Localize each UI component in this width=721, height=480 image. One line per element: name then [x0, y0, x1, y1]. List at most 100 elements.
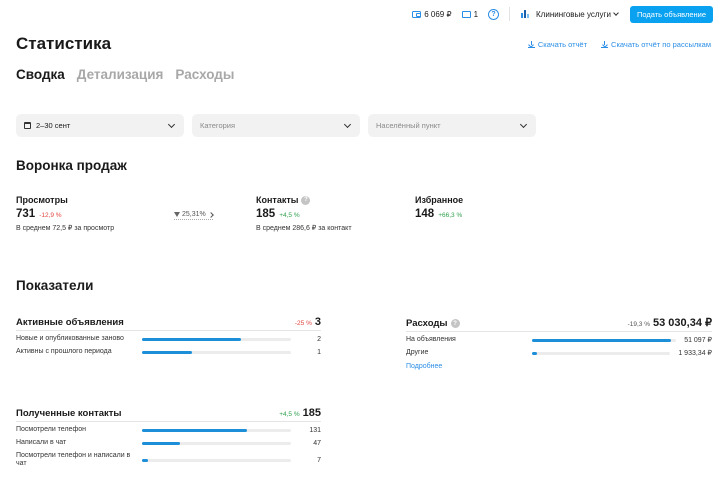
expenses-title: Расходы [406, 318, 448, 329]
received-contacts-total: 185 [302, 407, 321, 419]
list-item: Новые и опубликованные заново 2 [16, 335, 321, 344]
tabs: Сводка Детализация Расходы [16, 67, 234, 82]
calendar-icon [24, 122, 31, 129]
tab-expenses[interactable]: Расходы [175, 67, 234, 82]
page-title: Статистика [16, 34, 112, 53]
chevron-down-icon [343, 120, 352, 129]
row-value: 1 [317, 348, 321, 356]
category-select[interactable]: Категория [192, 114, 360, 137]
tab-details[interactable]: Детализация [77, 67, 164, 82]
received-contacts-title: Полученные контакты [16, 408, 122, 419]
received-contacts-block: Полученные контакты +4,5 % 185 Посмотрел… [16, 407, 321, 469]
download-icon [601, 41, 609, 48]
wallet-balance-value: 6 069 ₽ [424, 9, 452, 19]
category-placeholder: Категория [200, 121, 236, 130]
indicators-title: Показатели [16, 278, 94, 293]
row-value: 2 [317, 335, 321, 343]
funnel-favorites: Избранное 148 +66,3 % [415, 195, 463, 220]
list-item: Другие 1 933,34 ₽ [406, 349, 712, 358]
chevron-right-icon [207, 211, 214, 218]
views-average: В среднем 72,5 ₽ за просмотр [16, 225, 115, 232]
conversion-rate[interactable]: 25,31% [174, 211, 214, 220]
row-value: 131 [309, 426, 321, 434]
views-label: Просмотры [16, 195, 68, 205]
download-mailing-report-link[interactable]: Скачать отчёт по рассылкам [601, 40, 711, 49]
received-contacts-change: +4,5 % [279, 411, 300, 418]
active-ads-title: Активные объявления [16, 317, 124, 328]
messages-count: 1 [473, 9, 479, 19]
list-item: Посмотрели телефон и написали в чат 7 [16, 452, 321, 470]
row-label: Написали в чат [16, 438, 67, 446]
progress-bar [142, 350, 291, 354]
sales-funnel-title: Воронка продаж [16, 158, 127, 173]
download-report-label: Скачать отчёт [537, 40, 588, 49]
progress-fill [142, 458, 148, 462]
funnel-icon [174, 212, 180, 217]
download-mailing-label: Скачать отчёт по рассылкам [611, 40, 711, 49]
info-icon[interactable]: ? [301, 195, 311, 205]
row-label: Посмотрели телефон [16, 426, 86, 433]
expenses-block: Расходы ? -19,3 % 53 030,34 ₽ На объявле… [406, 316, 712, 370]
progress-bar [142, 458, 291, 462]
category-switcher-label: Клининговые услуги [536, 9, 611, 19]
category-switcher[interactable]: Клининговые услуги [536, 9, 619, 19]
message-icon [461, 10, 471, 18]
list-item: Написали в чат 47 [16, 439, 321, 448]
messages-counter[interactable]: 1 [461, 9, 479, 19]
list-item: Посмотрели телефон 131 [16, 426, 321, 435]
progress-fill [142, 337, 242, 341]
progress-bar [532, 351, 671, 355]
chevron-down-icon [519, 120, 528, 129]
contacts-label: Контакты [256, 195, 299, 205]
progress-fill [142, 350, 192, 354]
info-icon[interactable]: ? [450, 319, 460, 328]
expenses-more-link[interactable]: Подробнее [406, 363, 712, 370]
row-label: Новые и опубликованные заново [16, 335, 124, 342]
favorites-change: +66,3 % [438, 212, 463, 219]
row-value: 7 [317, 456, 321, 464]
conversion-value: 25,31% [182, 211, 206, 218]
views-value: 731 [16, 208, 36, 220]
favorites-label: Избранное [415, 195, 464, 205]
location-placeholder: Населённый пункт [376, 121, 441, 130]
row-label: Посмотрели телефон и написали в чат [16, 451, 131, 468]
post-ad-button[interactable]: Подать объявление [629, 5, 713, 23]
help-icon: ? [488, 8, 500, 20]
progress-fill [532, 351, 537, 355]
funnel-views: Просмотры 731 -12,9 % В среднем 72,5 ₽ з… [16, 195, 114, 232]
chevron-down-icon [167, 120, 176, 129]
progress-fill [142, 441, 180, 445]
top-bar: 6 069 ₽ 1 ? Клининговые услуги Подать об… [412, 5, 713, 23]
active-ads-block: Активные объявления -25 % 3 Новые и опуб… [16, 316, 321, 357]
download-links: Скачать отчёт Скачать отчёт по рассылкам [527, 40, 711, 49]
company-logo-icon [521, 10, 530, 18]
list-item: Активны с прошлого периода 1 [16, 348, 321, 357]
contacts-change: +4,5 % [279, 212, 300, 219]
download-report-link[interactable]: Скачать отчёт [527, 40, 588, 49]
active-ads-total: 3 [314, 316, 321, 328]
views-change: -12,9 % [39, 212, 62, 219]
period-value: 2–30 сент [36, 121, 71, 130]
progress-bar [142, 441, 291, 445]
row-value: 1 933,34 ₽ [678, 350, 712, 358]
row-label: Другие [406, 348, 429, 356]
progress-fill [142, 428, 248, 432]
wallet-balance[interactable]: 6 069 ₽ [412, 9, 452, 19]
contacts-average: В среднем 286,6 ₽ за контакт [256, 225, 352, 232]
favorites-value: 148 [415, 208, 435, 220]
period-select[interactable]: 2–30 сент [16, 114, 184, 137]
tab-summary[interactable]: Сводка [16, 67, 65, 82]
download-icon [527, 41, 535, 48]
filters: 2–30 сент Категория Населённый пункт [16, 114, 536, 137]
row-label: Активны с прошлого периода [16, 347, 112, 355]
row-value: 51 097 ₽ [684, 337, 712, 345]
wallet-icon [412, 10, 422, 18]
funnel-contacts: Контакты ? 185 +4,5 % В среднем 286,6 ₽ … [256, 195, 352, 232]
help-button[interactable]: ? [488, 8, 500, 20]
progress-bar [532, 338, 677, 342]
progress-bar [142, 428, 291, 432]
divider [509, 7, 511, 21]
active-ads-change: -25 % [294, 320, 312, 327]
row-value: 47 [313, 439, 321, 447]
location-select[interactable]: Населённый пункт [368, 114, 536, 137]
